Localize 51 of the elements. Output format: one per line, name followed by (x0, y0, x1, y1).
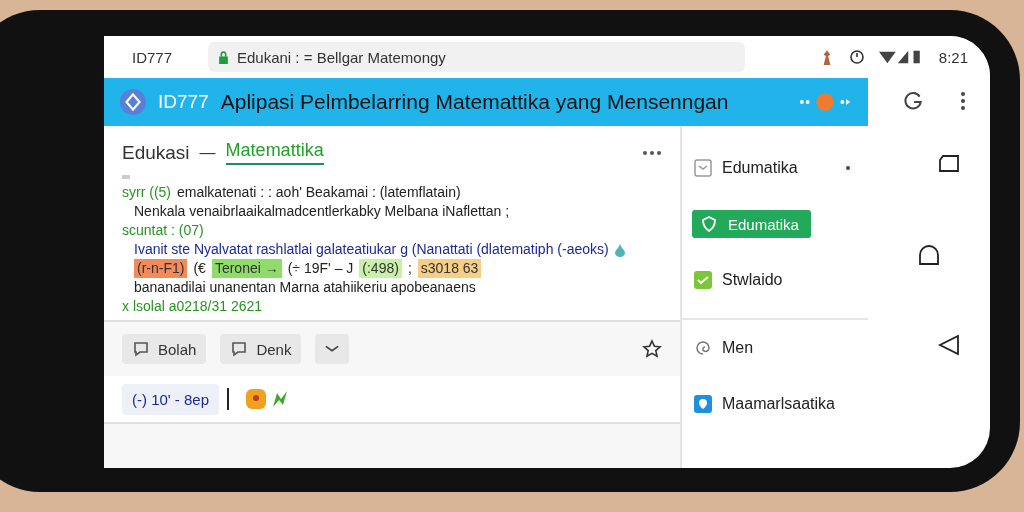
highlight-tag: (:498) (359, 259, 402, 278)
highlight-tag: (r-n-F1) (134, 259, 188, 278)
code-text: (÷ 19F' – J (287, 259, 354, 278)
line-text: emalkatenati : : aoh' Beakamai : (latemflatain) (177, 183, 461, 202)
url-field[interactable]: Edukani : = Bellgar Matemongy (208, 42, 745, 72)
ball-icon (798, 92, 852, 112)
g-icon[interactable] (902, 90, 924, 112)
label-text: x lsolal a0218/31 2621 (122, 297, 263, 316)
line-text: Nenkala venaibrlaaikalmadcentlerkabky Melbana iNaflettan ; (134, 202, 510, 221)
more-icon[interactable] (642, 149, 662, 156)
label-text: scuntat : (07) (122, 221, 204, 240)
label-text: syrr ((5) (122, 183, 171, 202)
action-button[interactable]: Bolah (122, 334, 207, 364)
chat-bubble-icon (230, 340, 249, 358)
clock-text: 8:21 (938, 48, 968, 66)
highlight-tag: Teronei → (211, 259, 282, 278)
home-icon[interactable] (918, 244, 940, 266)
swirl-icon (694, 339, 712, 357)
menu-icon[interactable] (960, 91, 966, 111)
pin-icon (694, 395, 712, 413)
line-text: bananadilai unanentan Marna atahiikeriu apobeanaens (134, 278, 476, 297)
cursor-icon (227, 388, 230, 410)
dropdown-button[interactable] (315, 334, 350, 364)
app-title: Aplipasi Pelmbelarring Matemattika yang Mensenngan (220, 90, 730, 114)
shield-icon (700, 215, 718, 233)
sidebar-item[interactable]: Edumatika (692, 155, 800, 181)
line-text: Ivanit ste Nyalvatat rashlatlai galateatiukar g (Nanattati (dlatematiph (-aeoks) (134, 240, 609, 259)
sidebar-item[interactable]: Stwlaido (692, 267, 785, 293)
dot-icon (846, 166, 850, 170)
diamond-logo-icon (120, 89, 146, 115)
highlight-tag: s3018 63 (417, 259, 482, 278)
app-id-text: ID777 (158, 91, 209, 113)
code-text: ; (407, 259, 412, 278)
back-icon[interactable] (938, 334, 960, 356)
lock-icon (218, 50, 229, 64)
section-title: Edukasi (122, 141, 190, 164)
dash-text: — (199, 143, 216, 162)
code-text: (€ (193, 259, 206, 278)
star-icon[interactable] (642, 339, 662, 359)
caret-icon (325, 345, 340, 353)
sidebar-item[interactable]: Maamarlsaatika (692, 391, 837, 417)
chat-bubble-icon (132, 340, 150, 358)
alarm-icon (848, 48, 865, 66)
tray-icon (694, 159, 712, 177)
drag-handle-icon (122, 175, 130, 179)
drop-icon (614, 242, 625, 257)
action-button[interactable]: Denk (220, 334, 302, 364)
carrier-text: ID777 (132, 48, 174, 66)
sidebar-item[interactable]: Men (692, 335, 756, 361)
time-chip[interactable]: (-) 10' - 8ep (122, 383, 220, 415)
checkbox-icon (694, 271, 712, 289)
